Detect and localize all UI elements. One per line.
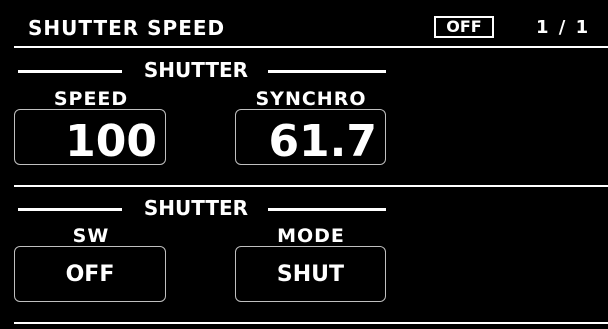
- sw-value-box[interactable]: OFF: [14, 246, 166, 302]
- group-label-shutter: SHUTTER: [143, 196, 249, 220]
- sw-value: OFF: [65, 261, 115, 287]
- group-label-shutter: SHUTTER: [143, 58, 249, 82]
- mode-label: MODE: [277, 225, 345, 247]
- speed-label: SPEED: [53, 88, 129, 110]
- group-line-left: [18, 208, 122, 211]
- speed-value-box[interactable]: 100: [14, 109, 166, 167]
- section-divider: [14, 185, 608, 187]
- page-indicator: 1 / 1: [536, 17, 591, 38]
- group-line-left: [18, 70, 122, 73]
- synchro-value-box[interactable]: 61.7: [235, 109, 386, 167]
- status-badge: OFF: [434, 16, 494, 38]
- page-title: SHUTTER SPEED: [28, 16, 226, 40]
- header-divider: [14, 46, 608, 48]
- group-line-right: [268, 208, 386, 211]
- footer-divider: [14, 322, 608, 324]
- sw-label: SW: [72, 225, 110, 247]
- synchro-label: SYNCHRO: [255, 88, 367, 110]
- mode-value-box[interactable]: SHUT: [235, 246, 386, 302]
- group-line-right: [268, 70, 386, 73]
- speed-value: 100: [65, 116, 157, 167]
- mode-value: SHUT: [276, 261, 345, 287]
- synchro-value: 61.7: [268, 116, 377, 167]
